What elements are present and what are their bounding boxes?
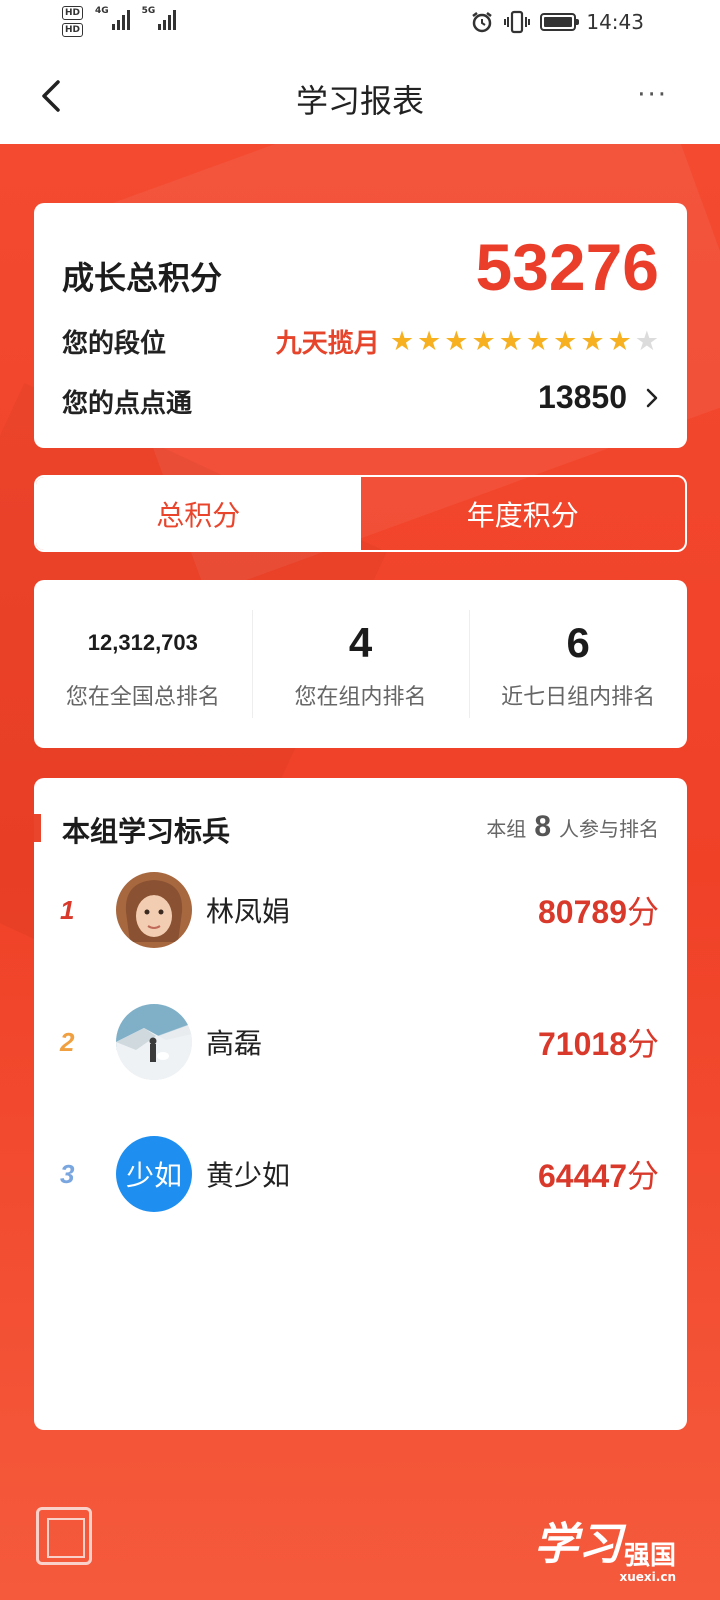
avatar <box>116 1004 192 1080</box>
leader-name: 高磊 <box>206 1027 263 1060</box>
signal-2-icon: 5G <box>142 6 177 30</box>
rank-group-label: 您在组内排名 <box>294 685 427 710</box>
star-filled-icon: ★ <box>607 325 632 357</box>
leader-position: 3 <box>60 1158 75 1189</box>
hd-badge-1: HD <box>62 6 84 20</box>
star-filled-icon: ★ <box>580 325 605 357</box>
tab-annual-score[interactable]: 年度积分 <box>361 477 686 550</box>
page-title: 学习报表 <box>295 82 424 120</box>
leaderboard-title: 本组学习标兵 <box>62 815 231 848</box>
alarm-icon <box>472 12 493 33</box>
participant-count-value: 8 <box>534 810 551 843</box>
status-bar-right: 14:43 <box>470 10 644 34</box>
leader-score-value: 80789 <box>538 894 627 930</box>
rank-7day-value: 6 <box>566 619 590 666</box>
score-card: 成长总积分 53276 您的段位 九天揽月 ★ ★ ★ ★ ★ ★ ★ ★ ★ ★ 您的点点通 1… <box>34 203 687 448</box>
avatar: 少如 <box>116 1136 192 1212</box>
star-filled-icon: ★ <box>471 325 496 357</box>
star-filled-icon: ★ <box>553 325 578 357</box>
leader-row-2[interactable]: 2 高磊 71018分 <box>34 1002 687 1082</box>
avatar <box>116 872 192 948</box>
hd-indicators: HD HD <box>62 6 84 37</box>
leaderboard-card: 本组学习标兵 本组 8 人参与排名 1 林凤娟 80789分 2 高磊 7101… <box>34 778 687 1430</box>
star-empty-icon: ★ <box>634 325 659 357</box>
rank-7day: 6 近七日组内排名 <box>469 580 687 748</box>
leader-score-value: 71018 <box>538 1026 627 1062</box>
status-bar: HD HD 4G 5G 14:43 <box>0 0 720 48</box>
leader-score: 71018分 <box>538 1019 659 1065</box>
battery-icon <box>540 13 580 31</box>
rank-label: 您的段位 <box>62 329 167 359</box>
tab-total-score[interactable]: 总积分 <box>36 477 361 550</box>
vibrate-icon <box>504 10 531 34</box>
ranks-card: 12,312,703 您在全国总排名 4 您在组内排名 6 近七日组内排名 <box>34 580 687 748</box>
rank-name: 九天揽月 <box>275 329 380 359</box>
leader-position: 1 <box>60 894 75 925</box>
leader-name: 黄少如 <box>206 1159 291 1192</box>
score-tabs: 总积分 年度积分 <box>34 475 687 552</box>
coin-row[interactable]: 13850 <box>538 379 659 416</box>
total-score-label: 成长总积分 <box>62 259 223 297</box>
rank-national-value: 12,312,703 <box>87 630 198 655</box>
rank-group-value: 4 <box>348 619 373 666</box>
coin-value: 13850 <box>538 379 627 415</box>
star-filled-icon: ★ <box>389 325 415 357</box>
chevron-right-icon[interactable] <box>645 387 659 409</box>
nav-bar: 学习报表 ··· <box>0 48 720 144</box>
child-portrait-icon <box>125 880 183 942</box>
rank-stars: ★ ★ ★ ★ ★ ★ ★ ★ ★ ★ <box>389 325 659 357</box>
leader-name: 林凤娟 <box>206 895 291 928</box>
snow-landscape-icon <box>116 1028 192 1080</box>
total-score-value: 53276 <box>475 230 659 304</box>
star-filled-icon: ★ <box>498 325 523 357</box>
coin-label: 您的点点通 <box>62 389 193 419</box>
rank-row: 九天揽月 ★ ★ ★ ★ ★ ★ ★ ★ ★ ★ <box>276 323 659 360</box>
leader-row-3[interactable]: 3 少如 黄少如 64447分 <box>34 1134 687 1214</box>
leader-score-unit: 分 <box>626 893 659 931</box>
status-time: 14:43 <box>586 10 644 34</box>
section-marker <box>34 814 41 842</box>
leader-row-1[interactable]: 1 林凤娟 80789分 <box>34 870 687 950</box>
leader-score-unit: 分 <box>626 1025 659 1063</box>
status-bar-left: HD HD 4G 5G <box>62 6 177 37</box>
leader-score: 80789分 <box>538 887 659 933</box>
brand-name: 强国 <box>623 1541 676 1571</box>
rank-group: 4 您在组内排名 <box>251 580 470 748</box>
rank-national-label: 您在全国总排名 <box>65 685 220 710</box>
seal-logo-icon <box>36 1507 92 1565</box>
brand-logo: 学习强国 xuexi.cn <box>534 1508 676 1584</box>
star-filled-icon: ★ <box>444 325 469 357</box>
participant-count-prefix: 本组 <box>486 816 527 841</box>
star-filled-icon: ★ <box>417 325 442 357</box>
star-filled-icon: ★ <box>525 325 551 357</box>
rank-7day-label: 近七日组内排名 <box>501 685 656 710</box>
signal-1-icon: 4G <box>95 6 130 30</box>
brand-script: 学习 <box>533 1519 622 1570</box>
brand-url: xuexi.cn <box>619 1570 677 1584</box>
leader-position: 2 <box>60 1026 75 1057</box>
leader-score-value: 64447 <box>538 1158 627 1194</box>
network-2-label: 5G <box>141 6 156 16</box>
rank-national: 12,312,703 您在全国总排名 <box>34 580 252 748</box>
participant-count-suffix: 人参与排名 <box>559 816 659 841</box>
hd-badge-2: HD <box>62 23 84 37</box>
leader-score-unit: 分 <box>626 1157 659 1195</box>
leader-score: 64447分 <box>538 1151 659 1197</box>
more-options-icon[interactable]: ··· <box>637 80 668 110</box>
participant-count: 本组 8 人参与排名 <box>486 810 659 844</box>
network-1-label: 4G <box>95 6 109 16</box>
